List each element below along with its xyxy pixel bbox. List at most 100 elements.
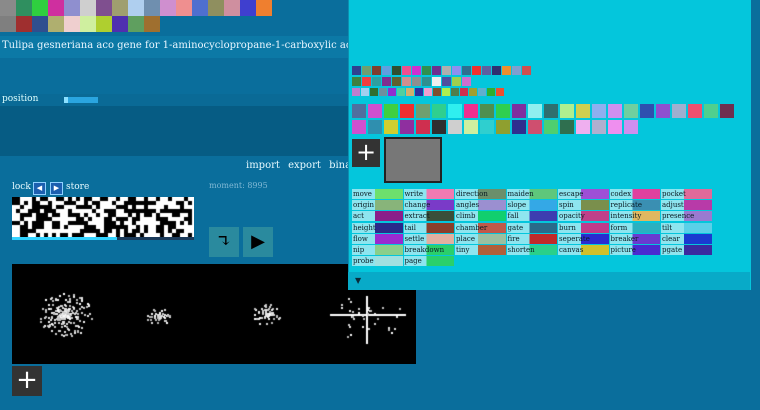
play-icon[interactable]: ▶ (243, 227, 273, 257)
import-link[interactable]: import (246, 160, 280, 171)
command-write[interactable]: write (403, 189, 454, 199)
bitmap-display[interactable] (12, 197, 194, 237)
color-swatch[interactable] (382, 77, 391, 86)
color-swatch[interactable] (422, 77, 431, 86)
command-fall[interactable]: fall (506, 211, 557, 222)
color-swatch[interactable] (656, 104, 670, 118)
color-swatch[interactable] (576, 104, 590, 118)
color-swatch[interactable] (240, 0, 256, 16)
color-swatch[interactable] (502, 66, 511, 75)
color-swatch[interactable] (224, 0, 240, 16)
command-change[interactable]: change (403, 200, 454, 211)
color-swatch[interactable] (452, 66, 461, 75)
color-swatch[interactable] (528, 104, 542, 118)
color-swatch[interactable] (448, 120, 462, 134)
color-swatch[interactable] (64, 0, 80, 16)
command-direction[interactable]: direction (455, 189, 506, 199)
command-spin[interactable]: spin (558, 200, 609, 211)
store-label[interactable]: store (66, 182, 89, 192)
command-pocket[interactable]: pocket (661, 189, 712, 199)
color-swatch[interactable] (487, 88, 495, 96)
color-swatch[interactable] (400, 120, 414, 134)
color-swatch[interactable] (442, 77, 451, 86)
command-page[interactable]: page (403, 256, 454, 267)
command-move[interactable]: move (352, 189, 403, 199)
color-swatch[interactable] (160, 0, 176, 16)
color-swatch[interactable] (80, 16, 96, 32)
color-swatch[interactable] (32, 0, 48, 16)
color-swatch[interactable] (560, 104, 574, 118)
color-swatch[interactable] (400, 104, 414, 118)
command-pgate[interactable]: pgate (661, 245, 712, 255)
color-swatch[interactable] (402, 77, 411, 86)
color-swatch[interactable] (432, 120, 446, 134)
color-swatch[interactable] (352, 104, 366, 118)
color-swatch[interactable] (496, 88, 504, 96)
command-act[interactable]: act (352, 211, 403, 222)
command-form[interactable]: form (609, 222, 660, 233)
color-swatch[interactable] (462, 66, 471, 75)
command-tiny[interactable]: tiny (455, 245, 506, 255)
color-swatch[interactable] (442, 66, 451, 75)
position-slider[interactable] (64, 97, 98, 103)
color-swatch[interactable] (608, 104, 622, 118)
color-swatch[interactable] (688, 104, 702, 118)
color-swatch[interactable] (16, 16, 32, 32)
command-presence[interactable]: presence (661, 211, 712, 222)
color-swatch[interactable] (392, 77, 401, 86)
color-swatch[interactable] (608, 120, 622, 134)
command-tail[interactable]: tail (403, 222, 454, 233)
color-swatch[interactable] (192, 0, 208, 16)
color-swatch[interactable] (480, 120, 494, 134)
color-swatch[interactable] (406, 88, 414, 96)
color-swatch[interactable] (442, 88, 450, 96)
color-swatch[interactable] (528, 120, 542, 134)
command-extract[interactable]: extract (403, 211, 454, 222)
color-swatch[interactable] (464, 104, 478, 118)
command-clear[interactable]: clear (661, 233, 712, 244)
color-swatch[interactable] (96, 16, 112, 32)
command-slope[interactable]: slope (506, 200, 557, 211)
left-arrow-icon[interactable]: ◀ (33, 182, 46, 195)
color-swatch[interactable] (496, 120, 510, 134)
color-swatch[interactable] (48, 16, 64, 32)
color-swatch[interactable] (592, 120, 606, 134)
command-codex[interactable]: codex (609, 189, 660, 199)
color-swatch[interactable] (128, 16, 144, 32)
color-swatch[interactable] (422, 66, 431, 75)
color-swatch[interactable] (361, 88, 369, 96)
command-escape[interactable]: escape (558, 189, 609, 199)
color-swatch[interactable] (362, 77, 371, 86)
color-swatch[interactable] (416, 104, 430, 118)
color-swatch[interactable] (576, 120, 590, 134)
color-swatch[interactable] (362, 66, 371, 75)
color-swatch[interactable] (432, 66, 441, 75)
command-nip[interactable]: nip (352, 245, 403, 255)
color-swatch[interactable] (432, 104, 446, 118)
color-swatch[interactable] (370, 88, 378, 96)
color-swatch[interactable] (496, 104, 510, 118)
color-swatch[interactable] (560, 120, 574, 134)
color-swatch[interactable] (416, 120, 430, 134)
export-link[interactable]: export (288, 160, 321, 171)
color-swatch[interactable] (624, 120, 638, 134)
right-arrow-icon[interactable]: ▶ (50, 182, 63, 195)
color-swatch[interactable] (32, 16, 48, 32)
color-swatch[interactable] (640, 104, 654, 118)
color-swatch[interactable] (512, 120, 526, 134)
color-swatch[interactable] (372, 66, 381, 75)
command-angles[interactable]: angles (455, 200, 506, 211)
plus-icon[interactable]: + (352, 139, 380, 167)
color-swatch[interactable] (352, 66, 361, 75)
color-swatch[interactable] (96, 0, 112, 16)
color-swatch[interactable] (384, 120, 398, 134)
command-breakdown[interactable]: breakdown (403, 245, 454, 255)
color-swatch[interactable] (112, 16, 128, 32)
color-swatch[interactable] (433, 88, 441, 96)
plus-icon[interactable]: + (12, 366, 42, 396)
command-maiden[interactable]: maiden (506, 189, 557, 199)
color-swatch[interactable] (451, 88, 459, 96)
color-swatch[interactable] (424, 88, 432, 96)
color-swatch[interactable] (624, 104, 638, 118)
color-swatch[interactable] (379, 88, 387, 96)
